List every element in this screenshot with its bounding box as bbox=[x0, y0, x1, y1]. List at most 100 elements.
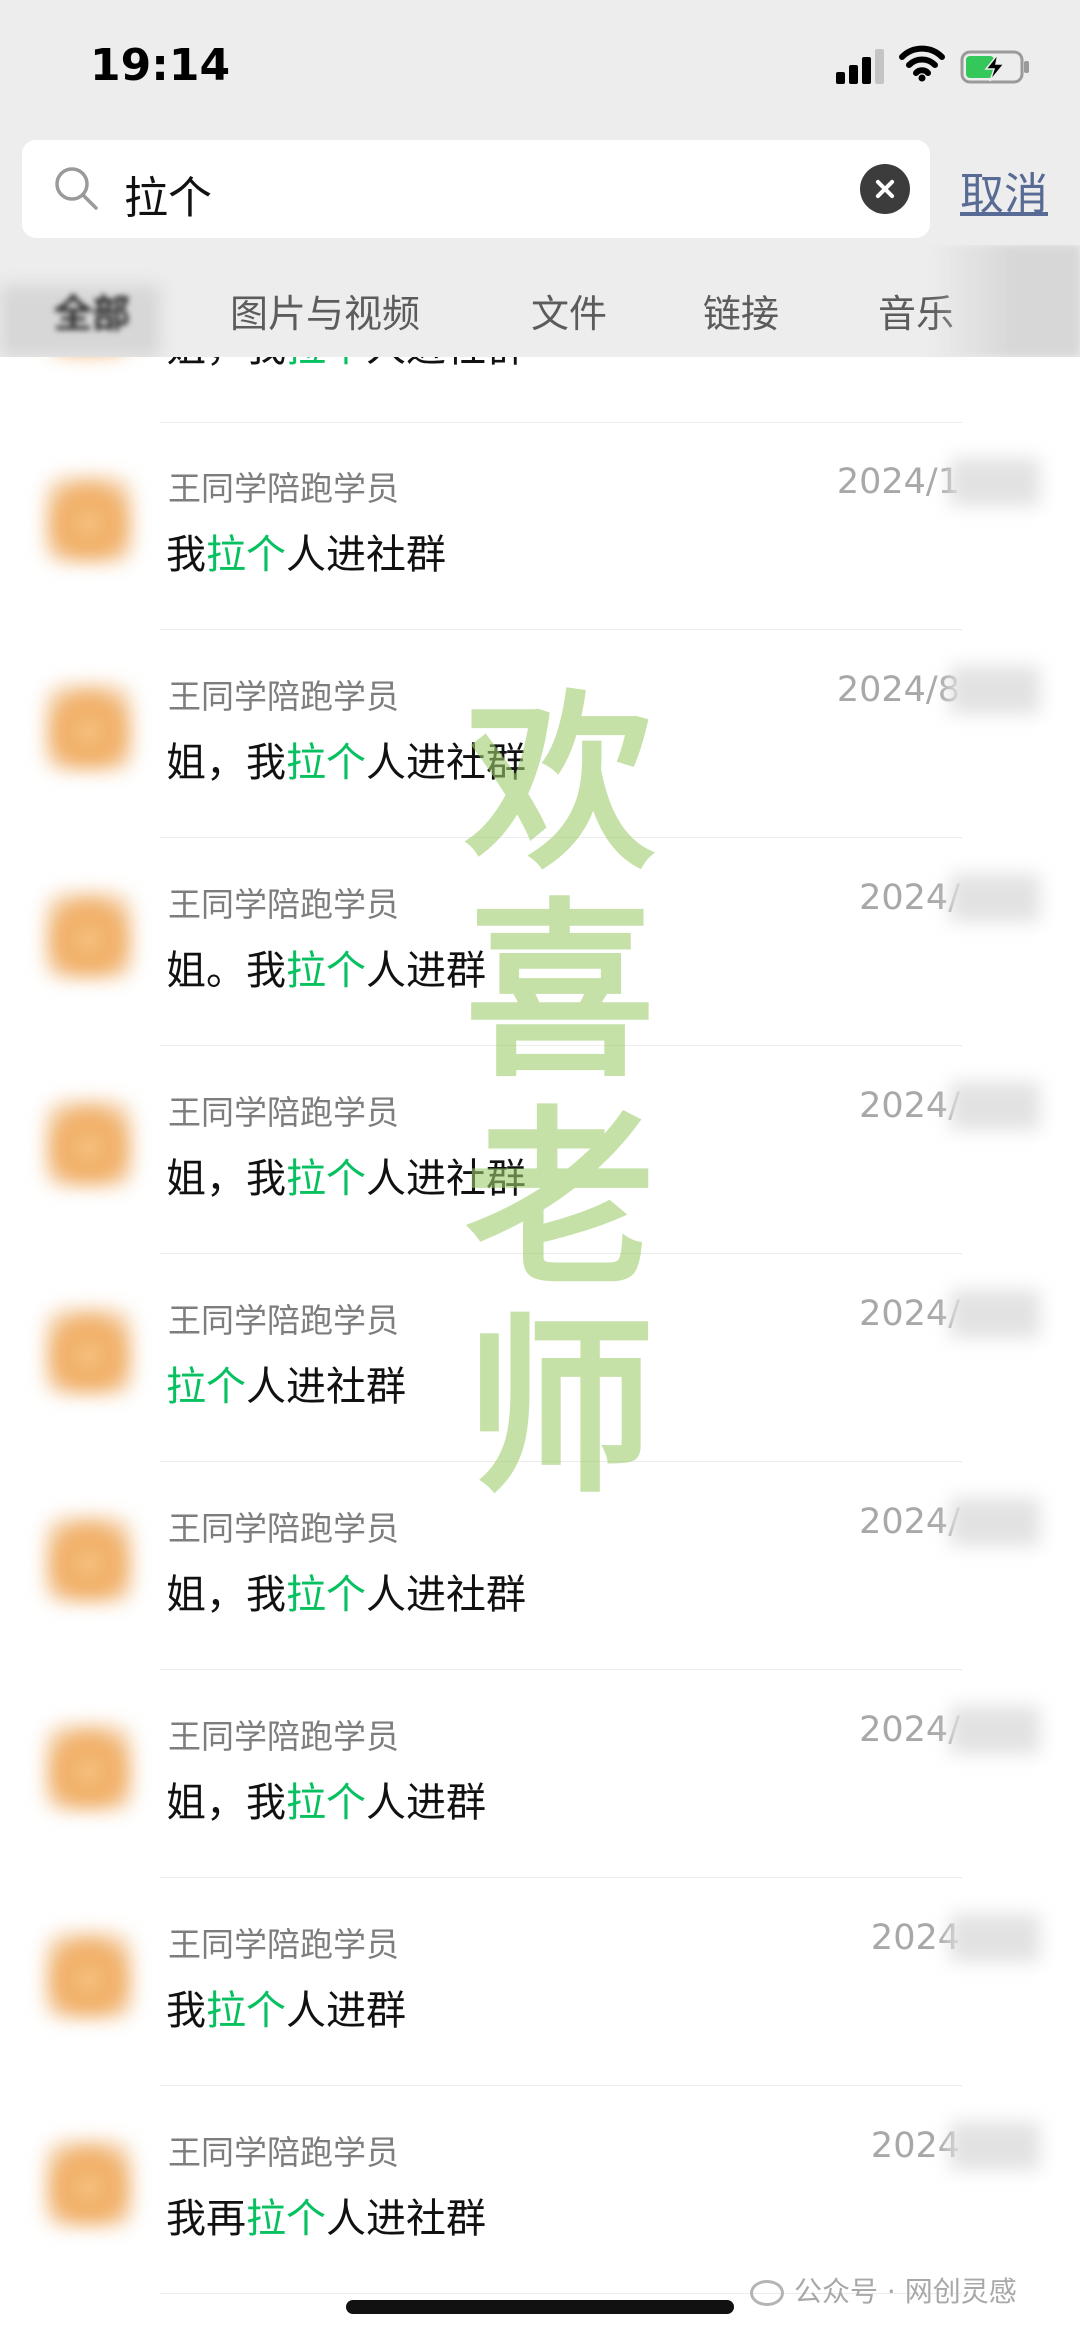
search-header: 拉个 取消 bbox=[0, 130, 1080, 245]
keyword-highlight: 拉个 bbox=[166, 1364, 246, 1410]
wifi-icon bbox=[899, 45, 945, 82]
keyword-highlight: 拉个 bbox=[286, 948, 366, 994]
list-item[interactable]: 王同学陪跑学员 2024/8 姐，我拉个人进社群 bbox=[0, 630, 1080, 838]
status-time: 19:14 bbox=[90, 40, 231, 91]
date-blur-overlay bbox=[950, 1082, 1040, 1130]
message-text: 人进社群 bbox=[246, 1364, 406, 1410]
keyword-highlight: 拉个 bbox=[286, 1780, 366, 1826]
message-date: 2024/ bbox=[859, 1086, 960, 1126]
message-snippet: 拉个人进社群 bbox=[166, 1354, 406, 1412]
list-item[interactable]: 王同学陪跑学员 2024/姐，我拉个人进社群 bbox=[0, 1046, 1080, 1254]
tab-links[interactable]: 链接 bbox=[703, 283, 779, 338]
message-text: 姐，我 bbox=[166, 1780, 286, 1826]
message-text: 姐，我 bbox=[166, 1572, 286, 1618]
list-item[interactable]: 王同学陪跑学员 2024/姐，我拉个人进社群 bbox=[0, 1462, 1080, 1670]
date-blur-overlay bbox=[950, 458, 1040, 506]
sender-name: 王同学陪跑学员 bbox=[168, 1093, 399, 1132]
search-results: 王同学陪跑学员2024/1姐，我拉个人进社群王同学陪跑学员2024/1我拉个人进… bbox=[0, 357, 1080, 2336]
message-snippet: 姐，我拉个人进社群 bbox=[166, 1146, 526, 1204]
sender-name: 王同学陪跑学员 bbox=[168, 1925, 399, 1964]
message-date: 2024/ bbox=[859, 1294, 960, 1334]
sender-name: 王同学陪跑学员 bbox=[168, 1717, 399, 1756]
message-date: 2024/ bbox=[859, 1710, 960, 1750]
keyword-highlight: 拉个 bbox=[206, 1988, 286, 2034]
avatar bbox=[46, 1100, 132, 1186]
message-date: 2024/8 bbox=[836, 670, 960, 710]
tab-files[interactable]: 文件 bbox=[531, 283, 607, 338]
message-text: 人进群 bbox=[366, 1780, 486, 1826]
message-text: 姐。我 bbox=[166, 948, 286, 994]
keyword-highlight: 拉个 bbox=[286, 357, 366, 371]
filter-tabs: 全部 图片与视频 文件 链接 音乐 bbox=[0, 245, 1080, 357]
message-text: 人进群 bbox=[286, 1988, 406, 2034]
sender-name: 王同学陪跑学员 bbox=[168, 885, 399, 924]
message-snippet: 姐。我拉个人进群 bbox=[166, 938, 486, 996]
date-blur-overlay bbox=[950, 666, 1040, 714]
sender-name: 王同学陪跑学员 bbox=[168, 677, 399, 716]
message-date: 2024/1 bbox=[836, 462, 960, 502]
message-snippet: 姐，我拉个人进社群 bbox=[166, 1562, 526, 1620]
sender-name: 王同学陪跑学员 bbox=[168, 2133, 399, 2172]
tab-all[interactable]: 全部 bbox=[54, 283, 130, 338]
message-text: 人进社群 bbox=[366, 740, 526, 786]
list-item[interactable]: 王同学陪跑学员 2024 我拉个人进群 bbox=[0, 1878, 1080, 2086]
message-date: 2024 bbox=[870, 2126, 960, 2166]
message-text: 我 bbox=[166, 1988, 206, 2034]
message-snippet: 姐，我拉个人进社群 bbox=[166, 357, 526, 373]
date-blur-overlay bbox=[950, 1914, 1040, 1962]
message-text: 我再 bbox=[166, 2196, 246, 2242]
search-query[interactable]: 拉个 bbox=[124, 162, 212, 226]
avatar bbox=[46, 1308, 132, 1394]
avatar bbox=[46, 2140, 132, 2226]
keyword-highlight: 拉个 bbox=[286, 740, 366, 786]
message-text: 人进社群 bbox=[326, 2196, 486, 2242]
message-text: 人进社群 bbox=[366, 1156, 526, 1202]
avatar bbox=[46, 1516, 132, 1602]
list-item[interactable]: 王同学陪跑学员 2024/姐。我拉个人进群 bbox=[0, 838, 1080, 1046]
date-blur-overlay bbox=[950, 2122, 1040, 2170]
date-blur-overlay bbox=[950, 1290, 1040, 1338]
message-text: 人进社群 bbox=[366, 357, 526, 371]
signal-icon bbox=[836, 48, 886, 84]
clear-icon[interactable] bbox=[860, 164, 910, 214]
keyword-highlight: 拉个 bbox=[286, 1156, 366, 1202]
message-snippet: 我再拉个人进社群 bbox=[166, 2186, 486, 2244]
tab-images-videos[interactable]: 图片与视频 bbox=[230, 283, 420, 338]
list-item[interactable]: 王同学陪跑学员 2024/拉个人进社群 bbox=[0, 1254, 1080, 1462]
message-snippet: 我拉个人进群 bbox=[166, 1978, 406, 2036]
battery-icon bbox=[960, 50, 1029, 84]
status-bar: 19:14 bbox=[0, 0, 1080, 130]
sender-name: 王同学陪跑学员 bbox=[168, 469, 399, 508]
avatar bbox=[46, 476, 132, 562]
message-snippet: 姐，我拉个人进群 bbox=[166, 1770, 486, 1828]
cancel-button[interactable]: 取消 bbox=[960, 158, 1048, 222]
list-item[interactable]: 王同学陪跑学员 2024/1 我拉个人进社群 bbox=[0, 422, 1080, 630]
message-date: 2024 bbox=[870, 1918, 960, 1958]
message-date: 2024/ bbox=[859, 878, 960, 918]
search-input[interactable]: 拉个 bbox=[22, 140, 930, 238]
avatar bbox=[46, 892, 132, 978]
keyword-highlight: 拉个 bbox=[206, 532, 286, 578]
message-text: 人进群 bbox=[366, 948, 486, 994]
sender-name: 王同学陪跑学员 bbox=[168, 1509, 399, 1548]
footer-credit: 公众号 · 网创灵感 bbox=[750, 2270, 1017, 2310]
message-date: 2024/ bbox=[859, 1502, 960, 1542]
message-snippet: 姐，我拉个人进社群 bbox=[166, 730, 526, 788]
message-text: 人进社群 bbox=[366, 1572, 526, 1618]
list-item[interactable]: 王同学陪跑学员 2024/姐，我拉个人进群 bbox=[0, 1670, 1080, 1878]
keyword-highlight: 拉个 bbox=[246, 2196, 326, 2242]
date-blur-overlay bbox=[950, 1706, 1040, 1754]
avatar bbox=[46, 1932, 132, 2018]
footer-credit-text: 公众号 · 网创灵感 bbox=[794, 2275, 1017, 2308]
message-text: 姐，我 bbox=[166, 740, 286, 786]
message-text: 我 bbox=[166, 532, 206, 578]
wechat-icon bbox=[750, 2280, 784, 2306]
tab-fade bbox=[930, 245, 1080, 357]
date-blur-overlay bbox=[950, 874, 1040, 922]
home-indicator[interactable] bbox=[346, 2300, 734, 2314]
message-text: 姐，我 bbox=[166, 1156, 286, 1202]
avatar bbox=[46, 684, 132, 770]
list-item[interactable]: 王同学陪跑学员 2024 我再拉个人进社群 bbox=[0, 2086, 1080, 2294]
avatar bbox=[46, 1724, 132, 1810]
list-item[interactable]: 王同学陪跑学员2024/1姐，我拉个人进社群 bbox=[0, 357, 1080, 423]
